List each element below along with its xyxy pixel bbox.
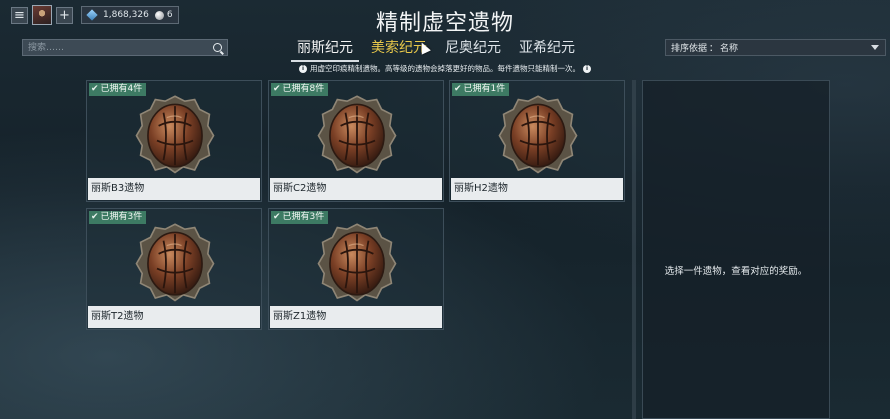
grid-scrollbar[interactable] xyxy=(632,80,636,419)
tab-neo[interactable]: 尼奥纪元 xyxy=(439,37,507,62)
search-icon[interactable] xyxy=(213,43,222,52)
info-text: 用虚空印痕精制遗物。高等级的遗物会掉落更好的物品。每件遗物只能精制一次。 xyxy=(310,64,580,73)
search-box[interactable] xyxy=(22,39,228,56)
relic-card[interactable]: ✔ 已拥有4件 丽斯B3遗物 xyxy=(86,80,262,202)
tab-axi[interactable]: 亚希纪元 xyxy=(513,37,581,62)
detail-prompt: 选择一件遗物，查看对应的奖励。 xyxy=(664,266,808,277)
check-icon: ✔ xyxy=(91,212,99,222)
relic-name: 丽斯C2遗物 xyxy=(270,178,442,200)
check-icon: ✔ xyxy=(273,212,281,222)
tab-lith[interactable]: 丽斯纪元 xyxy=(291,37,359,62)
relic-icon xyxy=(316,93,398,175)
relic-card[interactable]: ✔ 已拥有3件 丽斯T2遗物 xyxy=(86,208,262,330)
info-tooltip-icon[interactable]: i xyxy=(583,65,591,73)
era-tabs: 丽斯纪元 美索纪元 尼奥纪元 亚希纪元 xyxy=(291,37,587,62)
relic-name: 丽斯B3遗物 xyxy=(88,178,260,200)
relic-icon xyxy=(497,93,579,175)
search-input[interactable] xyxy=(23,41,210,54)
sort-dropdown[interactable]: 排序依据： 名称 xyxy=(665,39,886,56)
relic-name: 丽斯T2遗物 xyxy=(88,306,260,328)
check-icon: ✔ xyxy=(91,84,99,94)
relic-icon xyxy=(316,221,398,303)
sort-label: 排序依据 xyxy=(671,44,708,54)
relic-card[interactable]: ✔ 已拥有8件 丽斯C2遗物 xyxy=(268,80,444,202)
info-icon: i xyxy=(299,65,307,73)
chevron-down-icon[interactable] xyxy=(871,45,879,50)
page-title: 精制虚空遗物 xyxy=(375,11,514,36)
relic-card[interactable]: ✔ 已拥有1件 丽斯H2遗物 xyxy=(449,80,625,202)
relic-name: 丽斯H2遗物 xyxy=(451,178,623,200)
check-icon: ✔ xyxy=(273,84,281,94)
sort-value: 名称 xyxy=(720,44,739,54)
relic-name: 丽斯Z1遗物 xyxy=(270,306,442,328)
relic-icon xyxy=(134,93,216,175)
relic-card[interactable]: ✔ 已拥有3件 丽斯Z1遗物 xyxy=(268,208,444,330)
info-line: i 用虚空印痕精制遗物。高等级的遗物会掉落更好的物品。每件遗物只能精制一次。 i xyxy=(0,63,890,74)
check-icon: ✔ xyxy=(454,84,462,94)
relic-icon xyxy=(134,221,216,303)
relic-detail-panel: 选择一件遗物，查看对应的奖励。 xyxy=(642,80,830,419)
